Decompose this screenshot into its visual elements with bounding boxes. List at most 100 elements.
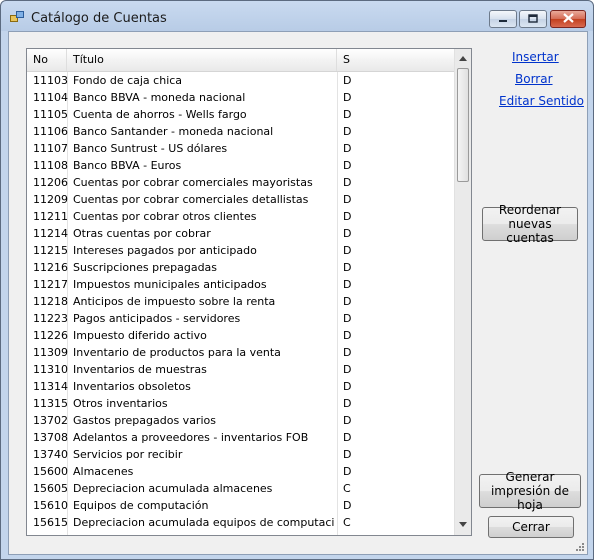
close-window-button[interactable]	[550, 10, 586, 28]
table-row[interactable]: 11215 Intereses pagados por anticipado D	[27, 242, 454, 259]
cell-account-title: Inventario de productos para la venta	[73, 346, 281, 359]
cell-sense: D	[343, 414, 352, 427]
grid-header: No Título S	[27, 49, 454, 72]
table-row[interactable]: 11217 Impuestos municipales anticipados D	[27, 276, 454, 293]
scroll-down-arrow-icon[interactable]	[455, 516, 471, 533]
cell-account-number: 11107	[33, 142, 68, 155]
cell-account-title: Pagos anticipados - servidores	[73, 312, 241, 325]
cell-account-title: Suscripciones prepagadas	[73, 261, 218, 274]
cell-account-title: Inventarios de muestras	[73, 363, 207, 376]
cell-sense: D	[343, 346, 352, 359]
cell-sense: D	[343, 448, 352, 461]
minimize-icon	[498, 13, 508, 26]
insert-link[interactable]: Insertar	[512, 50, 559, 64]
cell-account-number: 11314	[33, 380, 68, 393]
cell-account-title: Anticipos de impuesto sobre la renta	[73, 295, 276, 308]
table-row[interactable]: 11226 Impuesto diferido activo D	[27, 327, 454, 344]
generate-print-button[interactable]: Generar impresión de hoja	[479, 470, 581, 512]
table-row[interactable]: 15615 Depreciacion acumulada equipos de c…	[27, 514, 454, 531]
table-row[interactable]: 11105 Cuenta de ahorros - Wells fargo D	[27, 106, 454, 123]
cell-account-number: 11226	[33, 329, 68, 342]
accounts-grid[interactable]: No Título S 11103 Fondo de caja chica D 111…	[26, 48, 472, 536]
column-header-s[interactable]: S	[337, 49, 454, 71]
cell-sense: D	[343, 261, 352, 274]
cell-account-number: 11309	[33, 346, 68, 359]
resize-grip-icon[interactable]	[575, 542, 585, 552]
table-row[interactable]: 15605 Depreciacion acumulada almacenes C	[27, 480, 454, 497]
table-row[interactable]: 11209 Cuentas por cobrar comerciales deta…	[27, 191, 454, 208]
delete-link[interactable]: Borrar	[515, 72, 553, 86]
table-row[interactable]: 11103 Fondo de caja chica D	[27, 72, 454, 89]
cell-account-number: 15615	[33, 516, 68, 529]
table-row[interactable]: 11218 Anticipos de impuesto sobre la rent…	[27, 293, 454, 310]
cell-account-number: 11223	[33, 312, 68, 325]
cell-sense: D	[343, 74, 352, 87]
cell-sense: D	[343, 91, 352, 104]
cell-sense: D	[343, 312, 352, 325]
cell-account-title: Inventarios obsoletos	[73, 380, 191, 393]
cell-sense: D	[343, 499, 352, 512]
cell-sense: D	[343, 176, 352, 189]
table-row[interactable]: 13708 Adelantos a proveedores - inventari…	[27, 429, 454, 446]
cell-account-title: Servicios por recibir	[73, 448, 183, 461]
table-row[interactable]: 11314 Inventarios obsoletos D	[27, 378, 454, 395]
cell-sense: D	[343, 210, 352, 223]
cell-sense: D	[343, 193, 352, 206]
table-row[interactable]: 15610 Equipos de computación D	[27, 497, 454, 514]
close-button[interactable]: Cerrar	[488, 516, 574, 538]
cell-sense: D	[343, 431, 352, 444]
table-row[interactable]: 11214 Otras cuentas por cobrar D	[27, 225, 454, 242]
cell-account-number: 11315	[33, 397, 68, 410]
cell-account-number: 13702	[33, 414, 68, 427]
cell-account-title: Adelantos a proveedores - inventarios FO…	[73, 431, 309, 444]
table-row[interactable]: 11107 Banco Suntrust - US dólares D	[27, 140, 454, 157]
grid-rows: 11103 Fondo de caja chica D 11104 Banco BBVA…	[27, 72, 454, 531]
close-icon	[562, 12, 574, 26]
table-row[interactable]: 11309 Inventario de productos para la ven…	[27, 344, 454, 361]
table-row[interactable]: 11108 Banco BBVA - Euros D	[27, 157, 454, 174]
cell-sense: D	[343, 278, 352, 291]
table-row[interactable]: 11310 Inventarios de muestras D	[27, 361, 454, 378]
table-row[interactable]: 13702 Gastos prepagados varios D	[27, 412, 454, 429]
cell-account-title: Cuentas por cobrar comerciales detallist…	[73, 193, 309, 206]
table-row[interactable]: 13740 Servicios por recibir D	[27, 446, 454, 463]
table-row[interactable]: 11315 Otros inventarios D	[27, 395, 454, 412]
cell-account-number: 11310	[33, 363, 68, 376]
cell-sense: D	[343, 380, 352, 393]
print-button-label-line1: Generar	[505, 470, 555, 484]
cell-account-number: 11106	[33, 125, 68, 138]
vertical-scrollbar[interactable]	[454, 49, 471, 535]
minimize-button[interactable]	[489, 10, 517, 28]
title-bar[interactable]: Catálogo de Cuentas	[1, 1, 593, 31]
table-row[interactable]: 11104 Banco BBVA - moneda nacional D	[27, 89, 454, 106]
scroll-up-arrow-icon[interactable]	[455, 50, 471, 67]
reorder-accounts-button[interactable]: Reordenar nuevas cuentas	[482, 203, 578, 245]
cell-sense: D	[343, 295, 352, 308]
cell-account-title: Gastos prepagados varios	[73, 414, 216, 427]
cell-account-title: Otros inventarios	[73, 397, 168, 410]
cell-account-number: 11214	[33, 227, 68, 240]
column-header-no[interactable]: No	[27, 49, 67, 71]
window-client-area: No Título S 11103 Fondo de caja chica D 111…	[8, 31, 588, 555]
table-row[interactable]: 11216 Suscripciones prepagadas D	[27, 259, 454, 276]
cell-account-title: Depreciacion acumulada almacenes	[73, 482, 273, 495]
cell-sense: D	[343, 329, 352, 342]
maximize-button[interactable]	[519, 10, 547, 28]
reorder-button-label-line1: Reordenar	[498, 203, 562, 217]
cell-account-number: 11206	[33, 176, 68, 189]
table-row[interactable]: 11223 Pagos anticipados - servidores D	[27, 310, 454, 327]
cell-account-title: Impuesto diferido activo	[73, 329, 207, 342]
table-row[interactable]: 11206 Cuentas por cobrar comerciales mayo…	[27, 174, 454, 191]
table-row[interactable]: 15600 Almacenes D	[27, 463, 454, 480]
cell-sense: D	[343, 125, 352, 138]
cell-account-title: Cuentas por cobrar comerciales mayorista…	[73, 176, 313, 189]
cell-sense: D	[343, 142, 352, 155]
table-row[interactable]: 11106 Banco Santander - moneda nacional D	[27, 123, 454, 140]
table-row[interactable]: 11211 Cuentas por cobrar otros clientes D	[27, 208, 454, 225]
cell-account-number: 13708	[33, 431, 68, 444]
cell-account-number: 11103	[33, 74, 68, 87]
scrollbar-thumb[interactable]	[457, 68, 469, 182]
cell-account-title: Cuentas por cobrar otros clientes	[73, 210, 257, 223]
column-header-title[interactable]: Título	[67, 49, 337, 71]
edit-sense-link[interactable]: Editar Sentido	[499, 94, 584, 108]
